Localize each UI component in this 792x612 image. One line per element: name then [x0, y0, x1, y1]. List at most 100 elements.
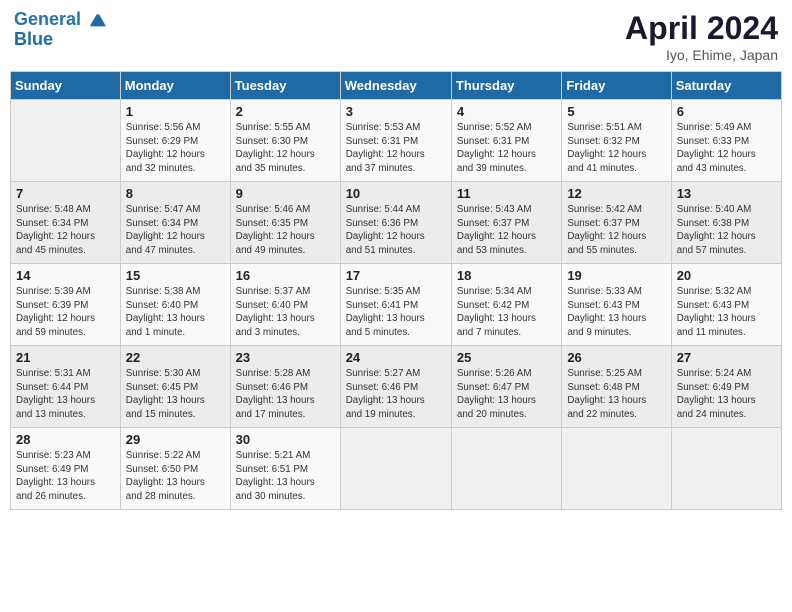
calendar-week-row: 1 Sunrise: 5:56 AM Sunset: 6:29 PM Daylig…	[11, 100, 782, 182]
day-number: 14	[16, 268, 115, 283]
header-cell-wednesday: Wednesday	[340, 72, 451, 100]
calendar-cell: 22 Sunrise: 5:30 AM Sunset: 6:45 PM Dayli…	[120, 346, 230, 428]
header-cell-friday: Friday	[562, 72, 671, 100]
day-info: Sunrise: 5:48 AM Sunset: 6:34 PM Dayligh…	[16, 203, 115, 258]
calendar-cell: 26Sunrise: 5:25 AM Sunset: 6:48 PM Dayli…	[562, 346, 671, 428]
day-number: 26	[567, 350, 665, 365]
calendar-cell: 15 Sunrise: 5:38 AM Sunset: 6:40 PM Dayli…	[120, 264, 230, 346]
day-info: Sunrise: 5:55 AM Sunset: 6:30 PM Dayligh…	[236, 121, 335, 176]
calendar-cell: 18Sunrise: 5:34 AM Sunset: 6:42 PM Dayli…	[451, 264, 561, 346]
calendar-cell: 12 Sunrise: 5:42 AM Sunset: 6:37 PM Dayli…	[562, 182, 671, 264]
calendar-cell: 30 Sunrise: 5:21 AM Sunset: 6:51 PM Dayli…	[230, 428, 340, 510]
calendar-cell: 5 Sunrise: 5:51 AM Sunset: 6:32 PM Daylig…	[562, 100, 671, 182]
day-number: 22	[126, 350, 225, 365]
day-number: 1	[126, 104, 225, 119]
day-info: Sunrise: 5:28 AM Sunset: 6:46 PM Dayligh…	[236, 367, 335, 422]
day-info: Sunrise: 5:31 AM Sunset: 6:44 PM Dayligh…	[16, 367, 115, 422]
header-cell-sunday: Sunday	[11, 72, 121, 100]
day-number: 4	[457, 104, 556, 119]
day-number: 8	[126, 186, 225, 201]
day-info: Sunrise: 5:35 AM Sunset: 6:41 PM Dayligh…	[346, 285, 446, 340]
calendar-cell	[11, 100, 121, 182]
day-number: 17	[346, 268, 446, 283]
calendar-cell: 23Sunrise: 5:28 AM Sunset: 6:46 PM Dayli…	[230, 346, 340, 428]
header-cell-saturday: Saturday	[671, 72, 781, 100]
day-number: 29	[126, 432, 225, 447]
day-info: Sunrise: 5:49 AM Sunset: 6:33 PM Dayligh…	[677, 121, 776, 176]
day-number: 15	[126, 268, 225, 283]
calendar-cell	[562, 428, 671, 510]
calendar-header-row: SundayMondayTuesdayWednesdayThursdayFrid…	[11, 72, 782, 100]
calendar-cell	[451, 428, 561, 510]
day-info: Sunrise: 5:30 AM Sunset: 6:45 PM Dayligh…	[126, 367, 225, 422]
day-info: Sunrise: 5:22 AM Sunset: 6:50 PM Dayligh…	[126, 449, 225, 504]
calendar-cell: 1 Sunrise: 5:56 AM Sunset: 6:29 PM Daylig…	[120, 100, 230, 182]
day-info: Sunrise: 5:32 AM Sunset: 6:43 PM Dayligh…	[677, 285, 776, 340]
calendar-cell: 11 Sunrise: 5:43 AM Sunset: 6:37 PM Dayli…	[451, 182, 561, 264]
day-number: 28	[16, 432, 115, 447]
day-number: 24	[346, 350, 446, 365]
day-number: 5	[567, 104, 665, 119]
day-number: 12	[567, 186, 665, 201]
day-number: 21	[16, 350, 115, 365]
calendar-cell: 2 Sunrise: 5:55 AM Sunset: 6:30 PM Daylig…	[230, 100, 340, 182]
calendar-cell: 7 Sunrise: 5:48 AM Sunset: 6:34 PM Daylig…	[11, 182, 121, 264]
header-cell-monday: Monday	[120, 72, 230, 100]
logo: General Blue	[14, 10, 106, 50]
calendar-cell: 16Sunrise: 5:37 AM Sunset: 6:40 PM Dayli…	[230, 264, 340, 346]
title-block: April 2024 Iyo, Ehime, Japan	[625, 10, 778, 63]
logo-text: General	[14, 10, 106, 30]
day-number: 11	[457, 186, 556, 201]
calendar-cell: 24 Sunrise: 5:27 AM Sunset: 6:46 PM Dayli…	[340, 346, 451, 428]
day-info: Sunrise: 5:27 AM Sunset: 6:46 PM Dayligh…	[346, 367, 446, 422]
page-header: General Blue April 2024 Iyo, Ehime, Japa…	[10, 10, 782, 63]
day-number: 2	[236, 104, 335, 119]
calendar-week-row: 7 Sunrise: 5:48 AM Sunset: 6:34 PM Daylig…	[11, 182, 782, 264]
day-number: 3	[346, 104, 446, 119]
day-number: 6	[677, 104, 776, 119]
location-subtitle: Iyo, Ehime, Japan	[625, 47, 778, 63]
calendar-cell	[671, 428, 781, 510]
day-number: 10	[346, 186, 446, 201]
header-cell-thursday: Thursday	[451, 72, 561, 100]
calendar-cell: 28Sunrise: 5:23 AM Sunset: 6:49 PM Dayli…	[11, 428, 121, 510]
day-info: Sunrise: 5:40 AM Sunset: 6:38 PM Dayligh…	[677, 203, 776, 258]
day-info: Sunrise: 5:51 AM Sunset: 6:32 PM Dayligh…	[567, 121, 665, 176]
calendar-cell: 3Sunrise: 5:53 AM Sunset: 6:31 PM Daylig…	[340, 100, 451, 182]
calendar-cell: 29 Sunrise: 5:22 AM Sunset: 6:50 PM Dayli…	[120, 428, 230, 510]
day-info: Sunrise: 5:42 AM Sunset: 6:37 PM Dayligh…	[567, 203, 665, 258]
day-info: Sunrise: 5:56 AM Sunset: 6:29 PM Dayligh…	[126, 121, 225, 176]
day-number: 18	[457, 268, 556, 283]
calendar-cell: 20 Sunrise: 5:32 AM Sunset: 6:43 PM Dayli…	[671, 264, 781, 346]
day-number: 27	[677, 350, 776, 365]
day-number: 13	[677, 186, 776, 201]
calendar-cell: 4 Sunrise: 5:52 AM Sunset: 6:31 PM Daylig…	[451, 100, 561, 182]
calendar-cell: 27Sunrise: 5:24 AM Sunset: 6:49 PM Dayli…	[671, 346, 781, 428]
day-number: 7	[16, 186, 115, 201]
calendar-cell: 19Sunrise: 5:33 AM Sunset: 6:43 PM Dayli…	[562, 264, 671, 346]
logo-blue: Blue	[14, 30, 106, 50]
calendar-table: SundayMondayTuesdayWednesdayThursdayFrid…	[10, 71, 782, 510]
calendar-cell: 10Sunrise: 5:44 AM Sunset: 6:36 PM Dayli…	[340, 182, 451, 264]
day-info: Sunrise: 5:33 AM Sunset: 6:43 PM Dayligh…	[567, 285, 665, 340]
day-number: 9	[236, 186, 335, 201]
calendar-cell: 17 Sunrise: 5:35 AM Sunset: 6:41 PM Dayli…	[340, 264, 451, 346]
calendar-cell: 8Sunrise: 5:47 AM Sunset: 6:34 PM Daylig…	[120, 182, 230, 264]
calendar-week-row: 28Sunrise: 5:23 AM Sunset: 6:49 PM Dayli…	[11, 428, 782, 510]
calendar-cell: 13 Sunrise: 5:40 AM Sunset: 6:38 PM Dayli…	[671, 182, 781, 264]
calendar-cell: 6 Sunrise: 5:49 AM Sunset: 6:33 PM Daylig…	[671, 100, 781, 182]
day-number: 30	[236, 432, 335, 447]
day-info: Sunrise: 5:43 AM Sunset: 6:37 PM Dayligh…	[457, 203, 556, 258]
calendar-body: 1 Sunrise: 5:56 AM Sunset: 6:29 PM Daylig…	[11, 100, 782, 510]
day-number: 16	[236, 268, 335, 283]
calendar-cell: 21 Sunrise: 5:31 AM Sunset: 6:44 PM Dayli…	[11, 346, 121, 428]
calendar-cell: 25Sunrise: 5:26 AM Sunset: 6:47 PM Dayli…	[451, 346, 561, 428]
day-info: Sunrise: 5:38 AM Sunset: 6:40 PM Dayligh…	[126, 285, 225, 340]
day-info: Sunrise: 5:52 AM Sunset: 6:31 PM Dayligh…	[457, 121, 556, 176]
day-info: Sunrise: 5:46 AM Sunset: 6:35 PM Dayligh…	[236, 203, 335, 258]
calendar-week-row: 21 Sunrise: 5:31 AM Sunset: 6:44 PM Dayli…	[11, 346, 782, 428]
header-cell-tuesday: Tuesday	[230, 72, 340, 100]
day-number: 25	[457, 350, 556, 365]
day-number: 20	[677, 268, 776, 283]
day-info: Sunrise: 5:21 AM Sunset: 6:51 PM Dayligh…	[236, 449, 335, 504]
